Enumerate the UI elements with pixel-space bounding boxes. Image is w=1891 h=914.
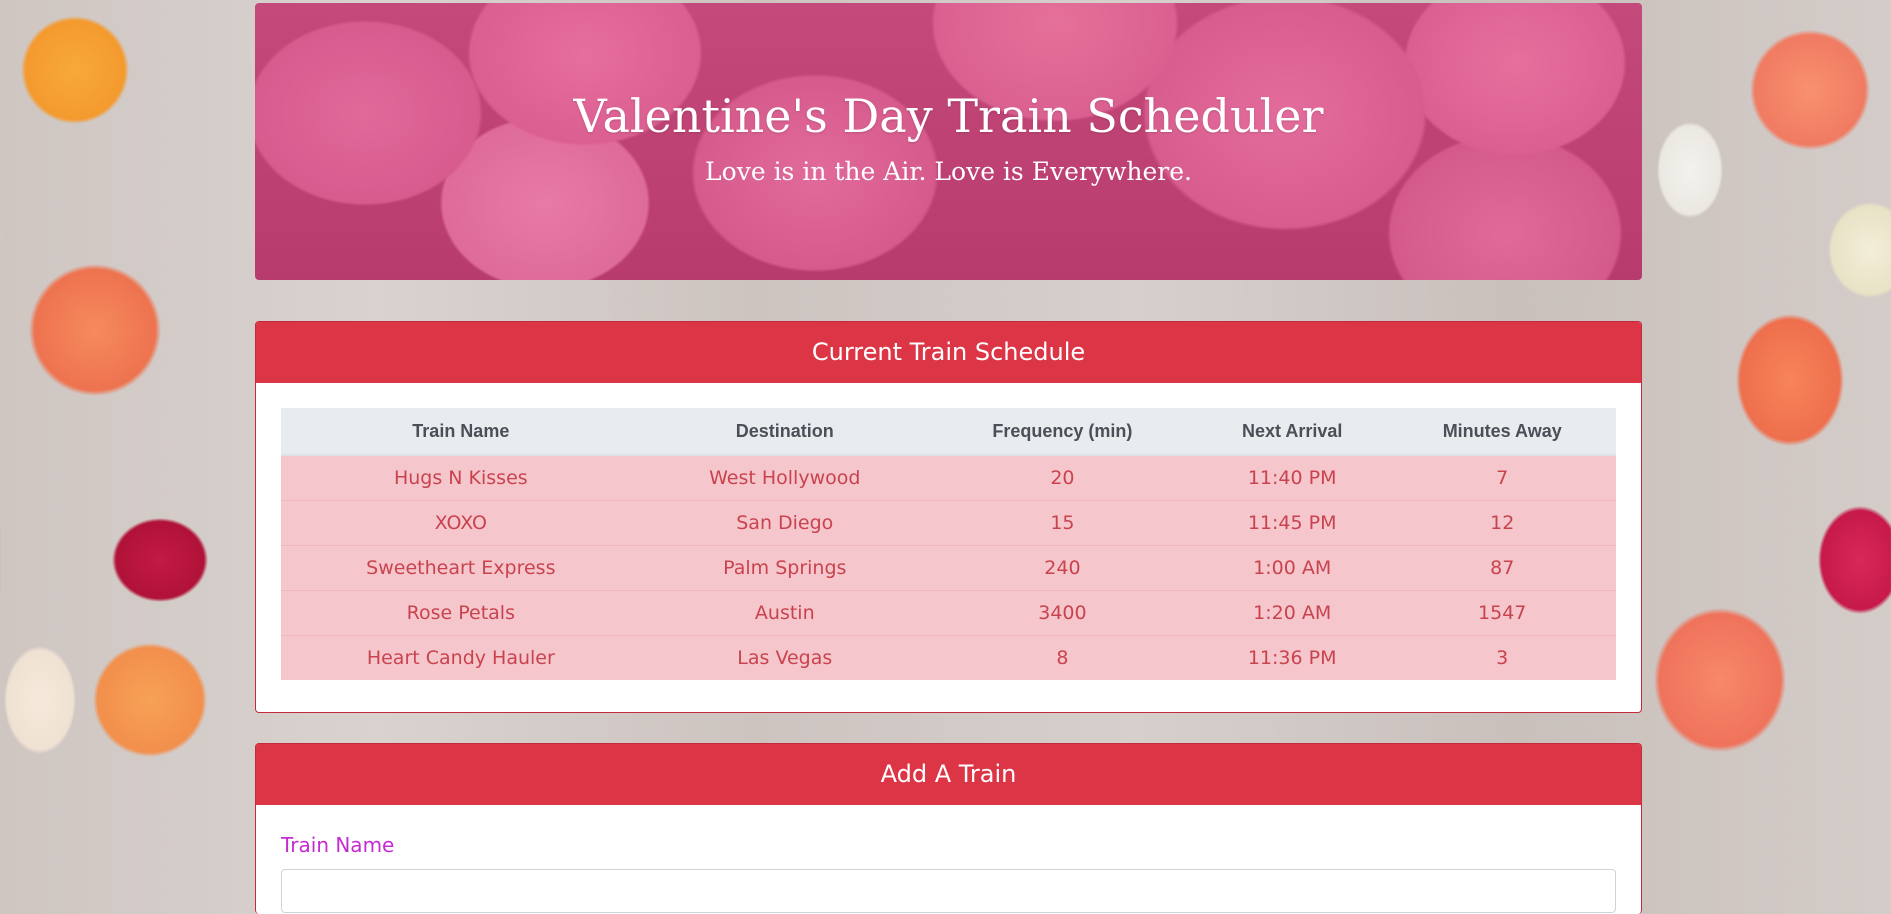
table-row: Sweetheart Express Palm Springs 240 1:00…	[281, 545, 1616, 591]
cell-next-arrival: 11:36 PM	[1195, 635, 1389, 680]
page-background: { "header": { "title": "Valentine's Day …	[0, 0, 1891, 914]
cell-destination: San Diego	[640, 500, 929, 546]
cell-minutes-away: 12	[1388, 500, 1616, 546]
column-header-minutes-away: Minutes Away	[1388, 408, 1616, 456]
column-header-next-arrival: Next Arrival	[1195, 408, 1389, 456]
table-row: Rose Petals Austin 3400 1:20 AM 1547	[281, 590, 1616, 636]
cell-train-name: Hugs N Kisses	[281, 454, 641, 501]
cell-frequency: 20	[928, 454, 1196, 501]
cell-destination: West Hollywood	[640, 454, 929, 501]
column-header-train-name: Train Name	[281, 408, 641, 456]
add-train-card-header: Add A Train	[256, 744, 1641, 805]
train-name-label: Train Name	[281, 833, 395, 857]
cell-minutes-away: 1547	[1388, 590, 1616, 636]
cell-train-name: Sweetheart Express	[281, 545, 641, 591]
cell-minutes-away: 3	[1388, 635, 1616, 680]
column-header-destination: Destination	[640, 408, 929, 456]
main-container: Valentine's Day Train Scheduler Love is …	[255, 0, 1642, 914]
schedule-card-header: Current Train Schedule	[256, 322, 1641, 383]
page-title: Valentine's Day Train Scheduler	[573, 89, 1324, 143]
cell-next-arrival: 1:00 AM	[1195, 545, 1389, 591]
cell-frequency: 240	[928, 545, 1196, 591]
cell-train-name: Heart Candy Hauler	[281, 635, 641, 680]
cell-train-name: Rose Petals	[281, 590, 641, 636]
cell-minutes-away: 87	[1388, 545, 1616, 591]
table-header-row: Train Name Destination Frequency (min) N…	[281, 408, 1616, 456]
cell-next-arrival: 11:40 PM	[1195, 454, 1389, 501]
cell-minutes-away: 7	[1388, 454, 1616, 501]
cell-frequency: 8	[928, 635, 1196, 680]
train-name-input[interactable]	[281, 869, 1616, 913]
schedule-card: Current Train Schedule Train Name Destin…	[255, 321, 1642, 713]
cell-destination: Austin	[640, 590, 929, 636]
table-row: Hugs N Kisses West Hollywood 20 11:40 PM…	[281, 454, 1616, 501]
cell-frequency: 3400	[928, 590, 1196, 636]
hero-banner: Valentine's Day Train Scheduler Love is …	[255, 3, 1642, 280]
column-header-frequency: Frequency (min)	[928, 408, 1196, 456]
cell-train-name: XOXO	[281, 500, 641, 546]
cell-destination: Las Vegas	[640, 635, 929, 680]
table-row: Heart Candy Hauler Las Vegas 8 11:36 PM …	[281, 635, 1616, 680]
cell-next-arrival: 11:45 PM	[1195, 500, 1389, 546]
cell-destination: Palm Springs	[640, 545, 929, 591]
add-train-card: Add A Train Train Name	[255, 743, 1642, 914]
cell-frequency: 15	[928, 500, 1196, 546]
page-subtitle: Love is in the Air. Love is Everywhere.	[705, 157, 1192, 186]
schedule-table: Train Name Destination Frequency (min) N…	[281, 408, 1616, 680]
table-row: XOXO San Diego 15 11:45 PM 12	[281, 500, 1616, 546]
add-train-form: Train Name	[256, 805, 1641, 913]
cell-next-arrival: 1:20 AM	[1195, 590, 1389, 636]
